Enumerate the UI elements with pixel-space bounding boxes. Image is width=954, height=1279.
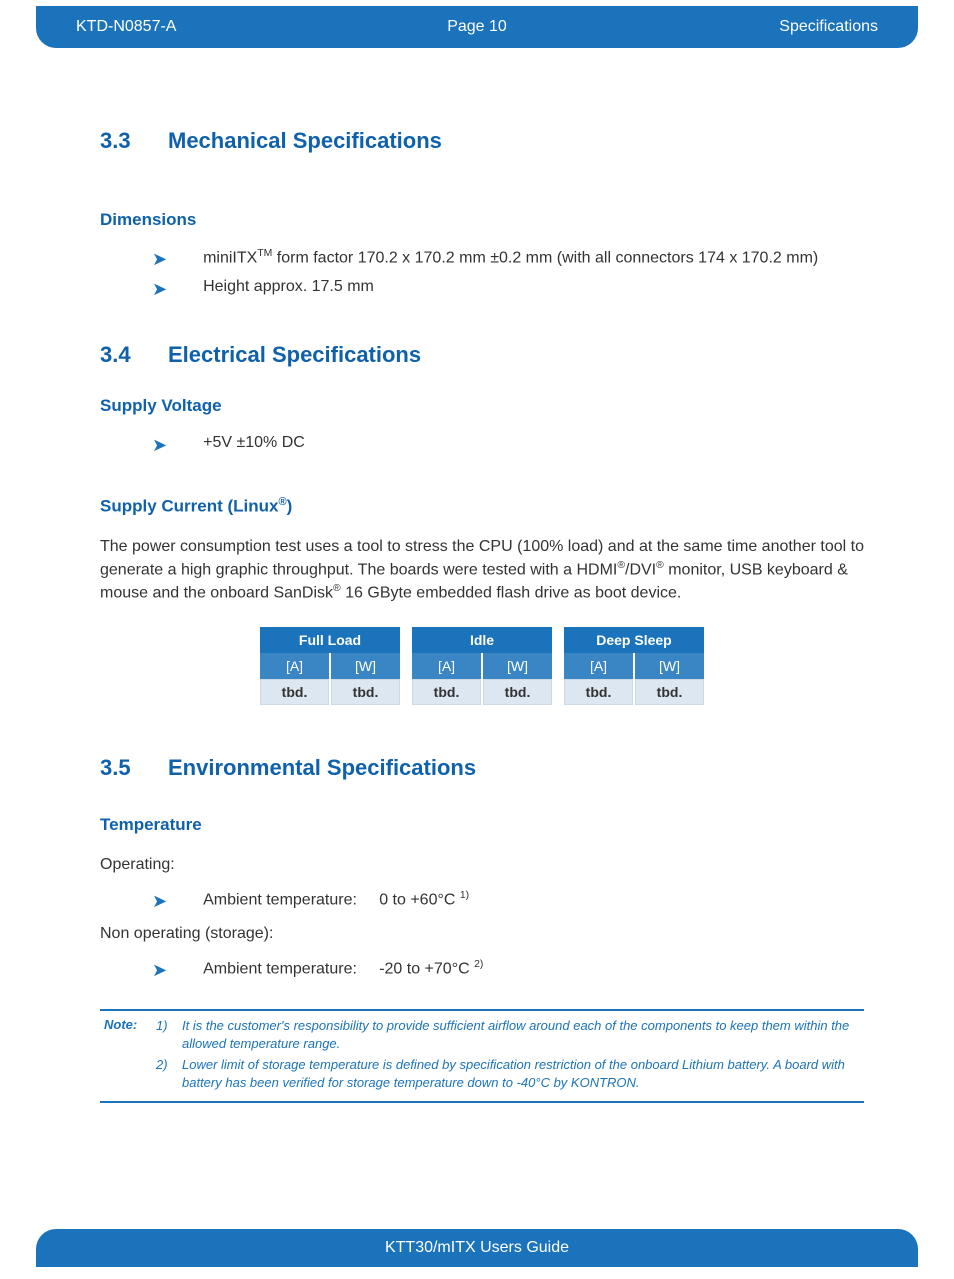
bullet-item: ➤ Height approx. 17.5 mm bbox=[152, 278, 864, 300]
table-unit-header: [W] bbox=[331, 653, 400, 679]
subheading-dimensions: Dimensions bbox=[100, 210, 864, 230]
bullet-text: +5V ±10% DC bbox=[203, 434, 305, 452]
section-heading-3-3: 3.3 Mechanical Specifications bbox=[100, 128, 864, 154]
subheading-supply-current: Supply Current (Linux®) bbox=[100, 496, 864, 517]
table-cell: tbd. bbox=[635, 679, 704, 705]
page-footer: KTT30/mITX Users Guide bbox=[36, 1229, 918, 1267]
table-group-header: Idle bbox=[412, 627, 552, 653]
table-header-units: [A] [W] [A] [W] [A] [W] bbox=[260, 653, 704, 679]
table-cell: tbd. bbox=[412, 679, 481, 705]
section-number: 3.5 bbox=[100, 755, 140, 781]
header-page-num: Page 10 bbox=[343, 18, 610, 36]
header-doc-id: KTD-N0857-A bbox=[76, 18, 343, 36]
bullet-arrow-icon: ➤ bbox=[152, 434, 167, 456]
table-row: tbd. tbd. tbd. tbd. tbd. tbd. bbox=[260, 679, 704, 705]
table-cell: tbd. bbox=[564, 679, 633, 705]
page-content: 3.3 Mechanical Specifications Dimensions… bbox=[0, 48, 954, 1103]
note-index: 1) bbox=[156, 1017, 174, 1052]
bullet-arrow-icon: ➤ bbox=[152, 959, 167, 981]
bullet-item: ➤ +5V ±10% DC bbox=[152, 434, 864, 456]
table-unit-header: [W] bbox=[635, 653, 704, 679]
bullet-text: Ambient temperature: 0 to +60°C 1) bbox=[203, 890, 469, 909]
section-heading-3-4: 3.4 Electrical Specifications bbox=[100, 342, 864, 368]
section-title: Environmental Specifications bbox=[168, 755, 476, 781]
note-text: It is the customer's responsibility to p… bbox=[182, 1017, 864, 1052]
section-title: Electrical Specifications bbox=[168, 342, 421, 368]
bullet-item: ➤ Ambient temperature: 0 to +60°C 1) bbox=[152, 890, 864, 912]
subheading-temperature: Temperature bbox=[100, 815, 864, 835]
header-section: Specifications bbox=[611, 18, 878, 36]
table-unit-header: [A] bbox=[260, 653, 329, 679]
bullet-text: miniITXTM form factor 170.2 x 170.2 mm ±… bbox=[203, 248, 818, 267]
power-consumption-table: Full Load Idle Deep Sleep [A] [W] [A] [W… bbox=[258, 627, 706, 705]
note-text: Lower limit of storage temperature is de… bbox=[182, 1056, 864, 1091]
page-header: KTD-N0857-A Page 10 Specifications bbox=[36, 6, 918, 48]
table-cell: tbd. bbox=[483, 679, 552, 705]
note-item: 1) It is the customer's responsibility t… bbox=[156, 1017, 864, 1052]
table-unit-header: [W] bbox=[483, 653, 552, 679]
bullet-item: ➤ miniITXTM form factor 170.2 x 170.2 mm… bbox=[152, 248, 864, 270]
table-group-header: Full Load bbox=[260, 627, 400, 653]
bullet-item: ➤ Ambient temperature: -20 to +70°C 2) bbox=[152, 959, 864, 981]
note-item: 2) Lower limit of storage temperature is… bbox=[156, 1056, 864, 1091]
table-header-groups: Full Load Idle Deep Sleep bbox=[260, 627, 704, 653]
paragraph-supply-current: The power consumption test uses a tool t… bbox=[100, 535, 864, 605]
section-title: Mechanical Specifications bbox=[168, 128, 442, 154]
bullet-text: Height approx. 17.5 mm bbox=[203, 278, 374, 296]
note-box: Note: 1) It is the customer's responsibi… bbox=[100, 1009, 864, 1103]
bullet-arrow-icon: ➤ bbox=[152, 278, 167, 300]
bullet-text: Ambient temperature: -20 to +70°C 2) bbox=[203, 959, 483, 978]
table-group-header: Deep Sleep bbox=[564, 627, 704, 653]
subheading-supply-voltage: Supply Voltage bbox=[100, 396, 864, 416]
table-cell: tbd. bbox=[331, 679, 400, 705]
section-number: 3.3 bbox=[100, 128, 140, 154]
bullet-arrow-icon: ➤ bbox=[152, 248, 167, 270]
table-unit-header: [A] bbox=[412, 653, 481, 679]
label-operating: Operating: bbox=[100, 853, 864, 876]
note-label: Note: bbox=[100, 1017, 146, 1095]
section-number: 3.4 bbox=[100, 342, 140, 368]
label-non-operating: Non operating (storage): bbox=[100, 922, 864, 945]
footer-title: KTT30/mITX Users Guide bbox=[385, 1239, 569, 1257]
section-heading-3-5: 3.5 Environmental Specifications bbox=[100, 755, 864, 781]
bullet-arrow-icon: ➤ bbox=[152, 890, 167, 912]
note-index: 2) bbox=[156, 1056, 174, 1091]
table-cell: tbd. bbox=[260, 679, 329, 705]
table-unit-header: [A] bbox=[564, 653, 633, 679]
